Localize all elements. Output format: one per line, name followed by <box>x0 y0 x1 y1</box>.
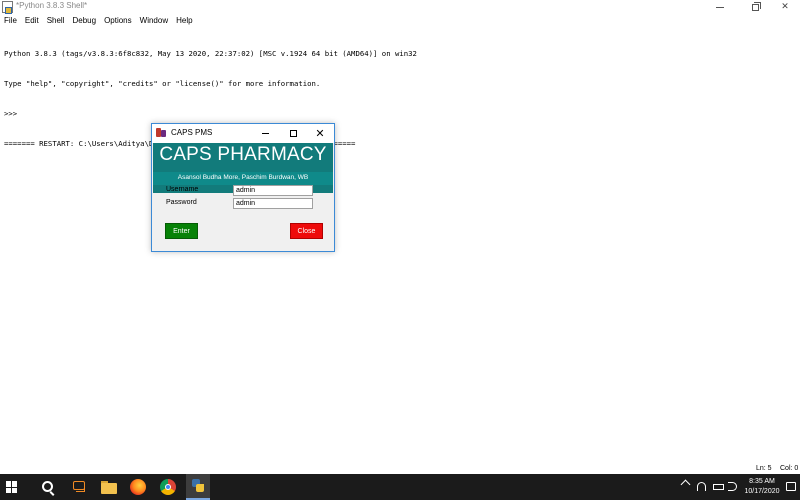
volume-icon[interactable] <box>728 482 737 491</box>
search-icon[interactable] <box>40 478 58 496</box>
wifi-icon[interactable] <box>697 482 706 491</box>
password-input[interactable]: admin <box>233 198 313 209</box>
dialog-close-button[interactable]: ✕ <box>311 126 329 140</box>
battery-icon[interactable] <box>713 484 724 490</box>
windows-taskbar: 8:35 AM 10/17/2020 <box>0 474 800 500</box>
restore-icon <box>751 1 761 11</box>
idle-app-icon <box>2 1 13 14</box>
console-line: Python 3.8.3 (tags/v3.8.3:6f8c832, May 1… <box>4 49 417 58</box>
menu-shell[interactable]: Shell <box>43 16 69 25</box>
caps-pms-login-dialog: CAPS PMS ✕ CAPS PHARMACY Asansol Budha M… <box>151 123 335 252</box>
clock-time: 8:35 AM <box>749 478 775 485</box>
username-input[interactable]: admin <box>233 185 313 196</box>
notification-icon[interactable] <box>786 482 796 491</box>
column-indicator: Col: 0 <box>780 465 799 472</box>
minimize-icon <box>716 6 724 8</box>
shell-menubar: File Edit Shell Debug Options Window Hel… <box>0 14 800 27</box>
minimize-icon <box>261 132 269 134</box>
menu-options[interactable]: Options <box>100 16 136 25</box>
shell-title: *Python 3.8.3 Shell* <box>16 1 88 10</box>
menu-edit[interactable]: Edit <box>21 16 43 25</box>
python-shell-window: *Python 3.8.3 Shell* ✕ File Edit Shell D… <box>0 0 800 474</box>
password-label: Password <box>166 199 197 206</box>
dialog-minimize-button[interactable] <box>256 126 274 140</box>
maximize-icon <box>289 129 297 137</box>
line-indicator: Ln: 5 <box>756 465 772 472</box>
menu-window[interactable]: Window <box>136 16 172 25</box>
shell-titlebar: *Python 3.8.3 Shell* ✕ <box>0 0 800 14</box>
username-label: Username <box>166 186 199 193</box>
console-line: ======= RESTART: C:\Users\Aditya\Desktop… <box>4 139 356 148</box>
menu-help[interactable]: Help <box>172 16 196 25</box>
menu-debug[interactable]: Debug <box>68 16 100 25</box>
menu-file[interactable]: File <box>0 16 21 25</box>
address-strip: Asansol Budha More, Paschim Burdwan, WB <box>153 172 333 185</box>
task-view-icon[interactable] <box>70 478 88 496</box>
pharmacy-name: CAPS PHARMACY <box>159 144 327 165</box>
shell-statusbar: Ln: 5 Col: 0 <box>0 464 800 474</box>
python-idle-icon[interactable] <box>186 474 210 500</box>
restore-button[interactable] <box>740 0 770 14</box>
clock-date: 10/17/2020 <box>744 488 780 495</box>
chevron-up-icon[interactable] <box>680 479 691 490</box>
dialog-titlebar: CAPS PMS ✕ <box>152 124 334 143</box>
dialog-title: CAPS PMS <box>171 128 213 137</box>
windows-start-icon[interactable] <box>6 481 18 493</box>
firefox-icon[interactable] <box>129 478 147 496</box>
pharmacy-address: Asansol Budha More, Paschim Burdwan, WB <box>177 174 309 181</box>
system-clock[interactable]: 8:35 AM 10/17/2020 <box>742 477 782 497</box>
close-window-button[interactable]: ✕ <box>770 0 800 14</box>
close-icon: ✕ <box>781 2 789 12</box>
console-line: Type "help", "copyright", "credits" or "… <box>4 79 321 88</box>
dialog-maximize-button[interactable] <box>284 126 302 140</box>
console-prompt: >>> <box>4 109 18 118</box>
enter-button[interactable]: Enter <box>165 223 198 239</box>
minimize-button[interactable] <box>705 0 735 14</box>
shell-console[interactable]: Python 3.8.3 (tags/v3.8.3:6f8c832, May 1… <box>4 29 794 169</box>
pharmacy-app-icon <box>156 128 167 138</box>
file-explorer-icon[interactable] <box>100 478 118 496</box>
close-icon: ✕ <box>315 126 325 140</box>
chrome-icon[interactable] <box>159 478 177 496</box>
close-button[interactable]: Close <box>290 223 323 239</box>
